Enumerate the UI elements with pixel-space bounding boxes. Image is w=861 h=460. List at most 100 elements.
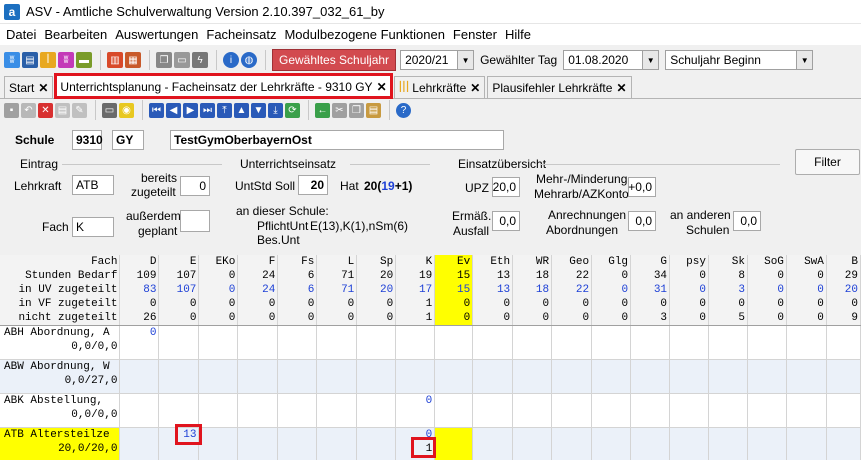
- assignment-cell[interactable]: [119, 393, 160, 428]
- lightning-icon[interactable]: ϟ: [192, 52, 208, 68]
- teacher-name-cell[interactable]: ABW Abordnung, W 0,0/27,0: [0, 359, 121, 394]
- close-icon[interactable]: ✕: [377, 80, 387, 94]
- menu-modulbezogene[interactable]: Modulbezogene Funktionen: [282, 27, 450, 42]
- day-combo[interactable]: 01.08.2020 ▼: [563, 50, 660, 70]
- lightbulb-icon[interactable]: ◉: [119, 102, 134, 118]
- assignment-cell[interactable]: [237, 427, 279, 460]
- previous-icon[interactable]: ◀: [166, 102, 181, 118]
- assignment-cell[interactable]: [826, 325, 861, 360]
- school-number-field[interactable]: 9310: [72, 130, 103, 150]
- people-icon[interactable]: ʬ: [4, 52, 20, 68]
- menu-facheinsatz[interactable]: Facheinsatz: [204, 27, 282, 42]
- assignment-cell[interactable]: [786, 427, 827, 460]
- teachers-icon[interactable]: ꟾ: [40, 52, 56, 68]
- menu-bearbeiten[interactable]: Bearbeiten: [42, 27, 113, 42]
- notes-icon[interactable]: ▬: [76, 52, 92, 68]
- menu-datei[interactable]: Datei: [4, 27, 42, 42]
- assignment-cell[interactable]: [826, 359, 861, 394]
- assignment-cell[interactable]: [434, 359, 474, 394]
- assignment-cell[interactable]: [669, 427, 709, 460]
- menu-fenster[interactable]: Fenster: [451, 27, 503, 42]
- help-icon[interactable]: ?: [396, 102, 411, 118]
- next-icon[interactable]: ▶: [183, 102, 198, 118]
- assignment-cell[interactable]: [786, 325, 827, 360]
- assignment-cell[interactable]: [747, 359, 787, 394]
- close-icon[interactable]: ✕: [38, 81, 48, 95]
- assignment-cell[interactable]: [472, 427, 514, 460]
- move-down-icon[interactable]: ▼: [251, 102, 266, 118]
- assignment-cell[interactable]: [551, 325, 593, 360]
- book-icon[interactable]: ▥: [107, 52, 123, 68]
- school-name-field[interactable]: TestGymOberbayernOst: [170, 130, 504, 150]
- teacher-row[interactable]: ABH Abordnung, A 0,0/0,0 0: [0, 325, 861, 360]
- assignment-cell[interactable]: [198, 393, 239, 428]
- school-type-field[interactable]: GY: [112, 130, 144, 150]
- assignment-cell[interactable]: [591, 393, 632, 428]
- soll-field[interactable]: 20: [298, 175, 328, 195]
- assignment-cell[interactable]: [630, 359, 671, 394]
- assignment-cell[interactable]: [316, 359, 358, 394]
- assignment-cell[interactable]: [158, 359, 200, 394]
- fach-field[interactable]: K: [72, 217, 114, 237]
- delete-icon[interactable]: ✕: [38, 102, 53, 118]
- persons-icon[interactable]: ʬ: [58, 52, 74, 68]
- teacher-name-cell[interactable]: ABH Abordnung, A 0,0/0,0: [0, 325, 121, 360]
- assignment-cell[interactable]: [472, 359, 514, 394]
- assignment-cell[interactable]: [434, 325, 474, 360]
- assignment-cell[interactable]: [198, 359, 239, 394]
- assignment-cell[interactable]: [669, 325, 709, 360]
- teacher-row[interactable]: ABW Abordnung, W 0,0/27,0: [0, 359, 861, 394]
- refresh-icon[interactable]: ⟳: [285, 102, 300, 118]
- assignment-cell[interactable]: [119, 359, 160, 394]
- assignment-cell[interactable]: [198, 427, 239, 460]
- tab-start[interactable]: Start ✕: [4, 76, 54, 98]
- assignment-cell[interactable]: [512, 393, 553, 428]
- assignment-cell[interactable]: 0: [395, 393, 436, 428]
- assignment-cell[interactable]: [708, 325, 748, 360]
- assignment-cell[interactable]: [669, 393, 709, 428]
- upz-field[interactable]: 20,0: [492, 177, 520, 197]
- paste-icon[interactable]: ▤: [366, 102, 381, 118]
- assignment-cell[interactable]: [512, 325, 553, 360]
- erm-field[interactable]: 0,0: [492, 211, 520, 231]
- and-field[interactable]: 0,0: [733, 211, 761, 231]
- globe-icon[interactable]: ◍: [241, 52, 257, 68]
- assignment-cell[interactable]: [316, 393, 358, 428]
- ausserdem-field[interactable]: [180, 210, 210, 232]
- assignment-cell[interactable]: [316, 325, 358, 360]
- copy-icon[interactable]: ❐: [349, 102, 364, 118]
- info-icon[interactable]: i: [223, 52, 239, 68]
- assignment-cell[interactable]: [158, 325, 200, 360]
- arrow-left-icon[interactable]: ←: [315, 102, 330, 118]
- assignment-cell[interactable]: [356, 325, 397, 360]
- assignment-cell[interactable]: [630, 393, 671, 428]
- teacher-name-cell[interactable]: ABK Abstellung, 0,0/0,0: [0, 393, 121, 428]
- copy-icon[interactable]: ❐: [156, 52, 172, 68]
- first-icon[interactable]: ⏮: [149, 102, 164, 118]
- assignment-cell[interactable]: [277, 325, 318, 360]
- assignment-cell[interactable]: [551, 427, 593, 460]
- tab-plausifehler[interactable]: Plausifehler Lehrkräfte ✕: [487, 76, 632, 98]
- assignment-cell[interactable]: [395, 359, 436, 394]
- assignment-cell[interactable]: [786, 393, 827, 428]
- assignment-cell[interactable]: [708, 427, 748, 460]
- bereits-field[interactable]: 0: [180, 176, 210, 196]
- assignment-cell[interactable]: [826, 393, 861, 428]
- assignment-cell[interactable]: [356, 393, 397, 428]
- print-icon[interactable]: ▭: [102, 102, 117, 118]
- undo-icon[interactable]: ↶: [21, 102, 36, 118]
- assignment-cell[interactable]: [434, 393, 474, 428]
- bus-icon[interactable]: ▤: [22, 52, 38, 68]
- assignment-cell[interactable]: [708, 359, 748, 394]
- assignment-cell[interactable]: [591, 427, 632, 460]
- tab-lehrkraefte[interactable]: ꟾꟾꟾ Lehrkräfte ✕: [393, 76, 486, 98]
- assignment-cell[interactable]: [316, 427, 358, 460]
- chevron-down-icon[interactable]: ▼: [796, 51, 813, 69]
- teacher-row[interactable]: ABK Abstellung, 0,0/0,0 0: [0, 393, 861, 428]
- assignment-cell[interactable]: [277, 427, 318, 460]
- move-up-icon[interactable]: ▲: [234, 102, 249, 118]
- mehr-field[interactable]: +0,0: [628, 177, 656, 197]
- assignment-cell[interactable]: [395, 325, 436, 360]
- move-top-icon[interactable]: ⤒: [217, 102, 232, 118]
- assignment-cell[interactable]: [551, 393, 593, 428]
